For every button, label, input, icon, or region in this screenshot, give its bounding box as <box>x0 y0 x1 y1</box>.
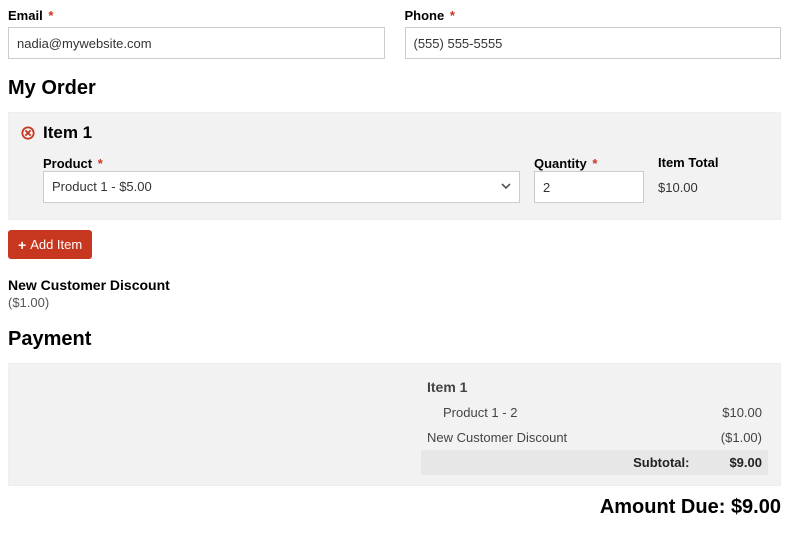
summary-discount-label: New Customer Discount <box>427 430 567 445</box>
summary-line-amount: $10.00 <box>722 405 762 420</box>
add-item-button[interactable]: + Add Item <box>8 230 92 259</box>
email-input[interactable] <box>8 27 385 59</box>
summary-line-item: Product 1 - 2 $10.00 <box>421 400 768 425</box>
plus-icon: + <box>18 238 26 252</box>
required-marker: * <box>98 156 103 171</box>
discount-title: New Customer Discount <box>8 277 781 293</box>
amount-due-value: $9.00 <box>731 496 781 518</box>
order-heading: My Order <box>8 77 781 100</box>
summary-subtotal-row: Subtotal: $9.00 <box>421 450 768 475</box>
payment-summary: Item 1 Product 1 - 2 $10.00 New Customer… <box>421 374 768 475</box>
item-total-label: Item Total <box>658 155 768 170</box>
quantity-field-group: Quantity * <box>534 155 644 203</box>
discount-amount: ($1.00) <box>8 295 781 310</box>
discount-block: New Customer Discount ($1.00) <box>8 277 781 310</box>
contact-row: Email * Phone * <box>8 8 781 59</box>
payment-panel: Item 1 Product 1 - 2 $10.00 New Customer… <box>8 363 781 486</box>
phone-field-group: Phone * <box>405 8 782 59</box>
summary-subtotal-amount: $9.00 <box>729 455 762 470</box>
email-label: Email * <box>8 8 385 23</box>
item-total-value: $10.00 <box>658 174 768 195</box>
amount-due-label: Amount Due: <box>600 496 726 518</box>
product-label: Product * <box>43 156 103 171</box>
item-header: Item 1 <box>21 123 768 143</box>
summary-item-heading: Item 1 <box>421 374 768 400</box>
remove-item-icon[interactable] <box>21 126 35 140</box>
product-field-group: Product * Product 1 - $5.00 <box>43 155 520 203</box>
item-title: Item 1 <box>43 123 92 143</box>
summary-line-label: Product 1 - 2 <box>443 405 517 420</box>
item-total-group: Item Total $10.00 <box>658 155 768 195</box>
required-marker: * <box>592 156 597 171</box>
phone-label: Phone * <box>405 8 782 23</box>
product-label-text: Product <box>43 156 92 171</box>
email-label-text: Email <box>8 8 43 23</box>
product-select-wrap: Product 1 - $5.00 <box>43 171 520 203</box>
required-marker: * <box>450 8 455 23</box>
email-field-group: Email * <box>8 8 385 59</box>
item-row: Product * Product 1 - $5.00 Quantity * I… <box>21 155 768 203</box>
phone-input[interactable] <box>405 27 782 59</box>
amount-due: Amount Due: $9.00 <box>8 496 781 519</box>
summary-subtotal-label: Subtotal: <box>427 455 729 470</box>
summary-discount-amount: ($1.00) <box>721 430 762 445</box>
product-select[interactable]: Product 1 - $5.00 <box>43 171 520 203</box>
quantity-label-text: Quantity <box>534 156 587 171</box>
order-panel: Item 1 Product * Product 1 - $5.00 Quant… <box>8 112 781 220</box>
add-item-label: Add Item <box>30 237 82 252</box>
quantity-label: Quantity * <box>534 156 597 171</box>
summary-discount-row: New Customer Discount ($1.00) <box>421 425 768 450</box>
payment-heading: Payment <box>8 328 781 351</box>
required-marker: * <box>48 8 53 23</box>
phone-label-text: Phone <box>405 8 445 23</box>
quantity-input[interactable] <box>534 171 644 203</box>
product-selected-text: Product 1 - $5.00 <box>52 179 152 194</box>
